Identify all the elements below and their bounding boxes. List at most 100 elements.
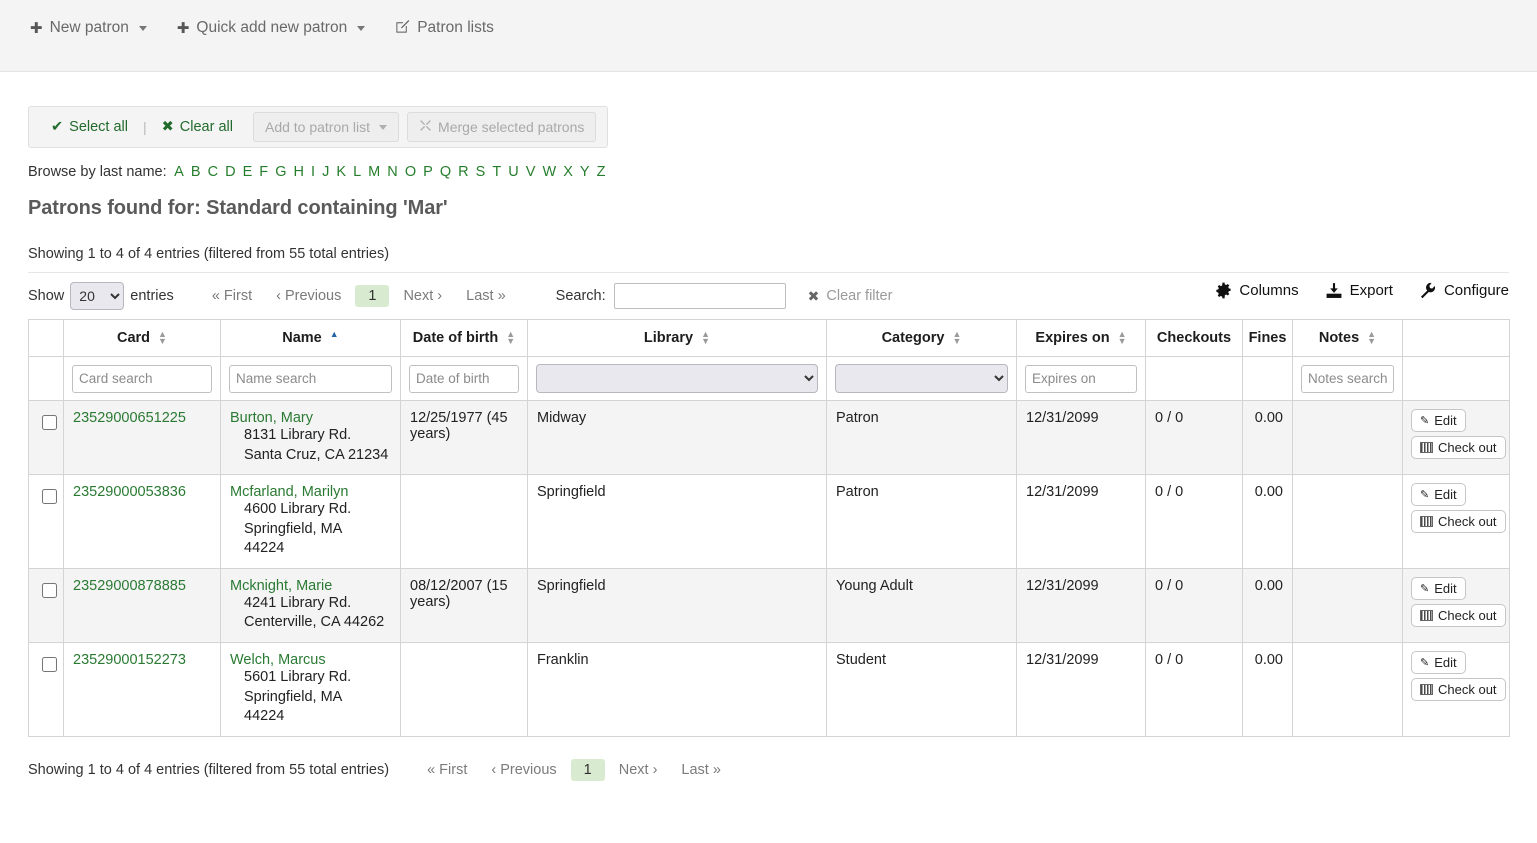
patron-address-line-3: 44224 [230,539,391,559]
pagination-next[interactable]: Next › [393,285,452,307]
browse-letter-K[interactable]: K [335,164,348,180]
column-header-notes[interactable]: Notes▲▼ [1293,320,1403,357]
browse-letter-B[interactable]: B [189,164,202,180]
pagination-next-bottom[interactable]: Next › [609,759,668,781]
clear-filter-button[interactable]: ✖ Clear filter [808,288,893,305]
browse-letter-F[interactable]: F [258,164,270,180]
browse-letter-C[interactable]: C [206,164,219,180]
add-to-patron-list-button[interactable]: Add to patron list [253,112,399,142]
browse-letter-U[interactable]: U [507,164,520,180]
edit-button[interactable]: ✎Edit [1411,483,1466,506]
browse-letter-P[interactable]: P [422,164,435,180]
edit-button-label: Edit [1434,487,1456,502]
card-number-link[interactable]: 23529000651225 [73,410,186,426]
card-number-link[interactable]: 23529000152273 [73,652,186,668]
edit-button[interactable]: ✎Edit [1411,651,1466,674]
browse-letter-T[interactable]: T [491,164,503,180]
pagination-previous[interactable]: ‹ Previous [266,285,351,307]
pagination-first[interactable]: « First [202,285,262,307]
browse-letter-A[interactable]: A [173,164,186,180]
browse-letter-L[interactable]: L [352,164,363,180]
browse-letter-W[interactable]: W [541,164,558,180]
search-label: Search: [556,288,606,304]
export-button[interactable]: Export [1325,282,1393,299]
quick-add-new-patron-button[interactable]: ✚ Quick add new patron [165,14,377,42]
columns-button[interactable]: Columns [1215,282,1298,299]
library-filter-select[interactable] [536,364,818,393]
browse-letter-S[interactable]: S [474,164,487,180]
select-all-link[interactable]: ✔ Select all [39,119,140,135]
pagination-last-bottom[interactable]: Last » [671,759,731,781]
browse-letter-V[interactable]: V [524,164,537,180]
new-patron-button[interactable]: ✚ New patron [18,14,159,42]
column-header-name[interactable]: Name▲▼ [221,320,401,357]
merge-selected-patrons-button[interactable]: Merge selected patrons [407,112,596,142]
column-header-date-of-birth[interactable]: Date of birth▲▼ [401,320,528,357]
browse-letter-Y[interactable]: Y [578,164,591,180]
pagination-first-bottom[interactable]: « First [417,759,477,781]
pagination-previous-bottom[interactable]: ‹ Previous [481,759,566,781]
browse-letter-G[interactable]: G [274,164,288,180]
column-header-library[interactable]: Library▲▼ [528,320,827,357]
check-out-button[interactable]: Check out [1411,678,1506,701]
pagination-last-label: Last [466,288,493,304]
row-select-checkbox[interactable] [42,415,57,430]
category-filter-select[interactable] [835,364,1008,393]
date-of-birth-input[interactable] [409,365,519,393]
pagination-first-bottom-label: First [439,762,467,778]
table-search-group: Search: [556,283,786,309]
check-out-button[interactable]: Check out [1411,510,1506,533]
patron-lists-button[interactable]: Patron lists [383,14,506,42]
pagination-page-1-bottom[interactable]: 1 [571,759,605,781]
card-number-link[interactable]: 23529000053836 [73,484,186,500]
browse-letter-R[interactable]: R [457,164,470,180]
results-summary-bottom-row: Showing 1 to 4 of 4 entries (filtered fr… [28,759,1509,781]
pagination-first-label: First [224,288,252,304]
patron-name-link[interactable]: Mcknight, Marie [230,578,332,594]
cell-card: 23529000651225 [64,401,221,475]
name-search-input[interactable] [229,365,392,393]
check-out-button[interactable]: Check out [1411,604,1506,627]
patron-name-link[interactable]: Mcfarland, Marilyn [230,484,348,500]
column-header-category[interactable]: Category▲▼ [827,320,1017,357]
patron-name-link[interactable]: Welch, Marcus [230,652,326,668]
browse-letter-N[interactable]: N [386,164,399,180]
row-select-checkbox[interactable] [42,583,57,598]
cell-notes [1293,401,1403,475]
notes-search-input[interactable] [1301,365,1394,393]
pagination-last[interactable]: Last » [456,285,516,307]
cell-checkouts: 0 / 0 [1146,642,1243,736]
browse-letter-J[interactable]: J [321,164,331,180]
patron-name-link[interactable]: Burton, Mary [230,410,313,426]
browse-letter-M[interactable]: M [367,164,382,180]
column-header-label: Card [117,330,150,346]
page-length-select[interactable]: 2050100All [70,282,124,310]
browse-letter-E[interactable]: E [241,164,254,180]
gear-icon [1215,282,1232,299]
check-out-button[interactable]: Check out [1411,436,1506,459]
browse-letter-X[interactable]: X [562,164,575,180]
patron-address-line-1: 5601 Library Rd. [230,668,391,688]
browse-letter-D[interactable]: D [224,164,237,180]
browse-letter-H[interactable]: H [292,164,305,180]
browse-letter-Q[interactable]: Q [438,164,452,180]
browse-letter-O[interactable]: O [403,164,417,180]
row-select-cell [29,568,64,642]
column-header-expires-on[interactable]: Expires on▲▼ [1017,320,1146,357]
expires-on-input[interactable] [1025,365,1137,393]
edit-button[interactable]: ✎Edit [1411,409,1466,432]
card-search-input[interactable] [72,365,212,393]
browse-letter-Z[interactable]: Z [595,164,607,180]
card-number-link[interactable]: 23529000878885 [73,578,186,594]
filter-cell-notes [1293,357,1403,401]
pagination-page-1[interactable]: 1 [355,285,389,307]
patron-address-line-1: 4600 Library Rd. [230,500,391,520]
column-header-card[interactable]: Card▲▼ [64,320,221,357]
edit-button[interactable]: ✎Edit [1411,577,1466,600]
configure-button[interactable]: Configure [1419,282,1509,299]
row-select-checkbox[interactable] [42,489,57,504]
clear-all-link[interactable]: ✖ Clear all [150,119,245,135]
row-select-checkbox[interactable] [42,657,57,672]
browse-letter-I[interactable]: I [310,164,317,180]
search-input[interactable] [614,283,786,309]
